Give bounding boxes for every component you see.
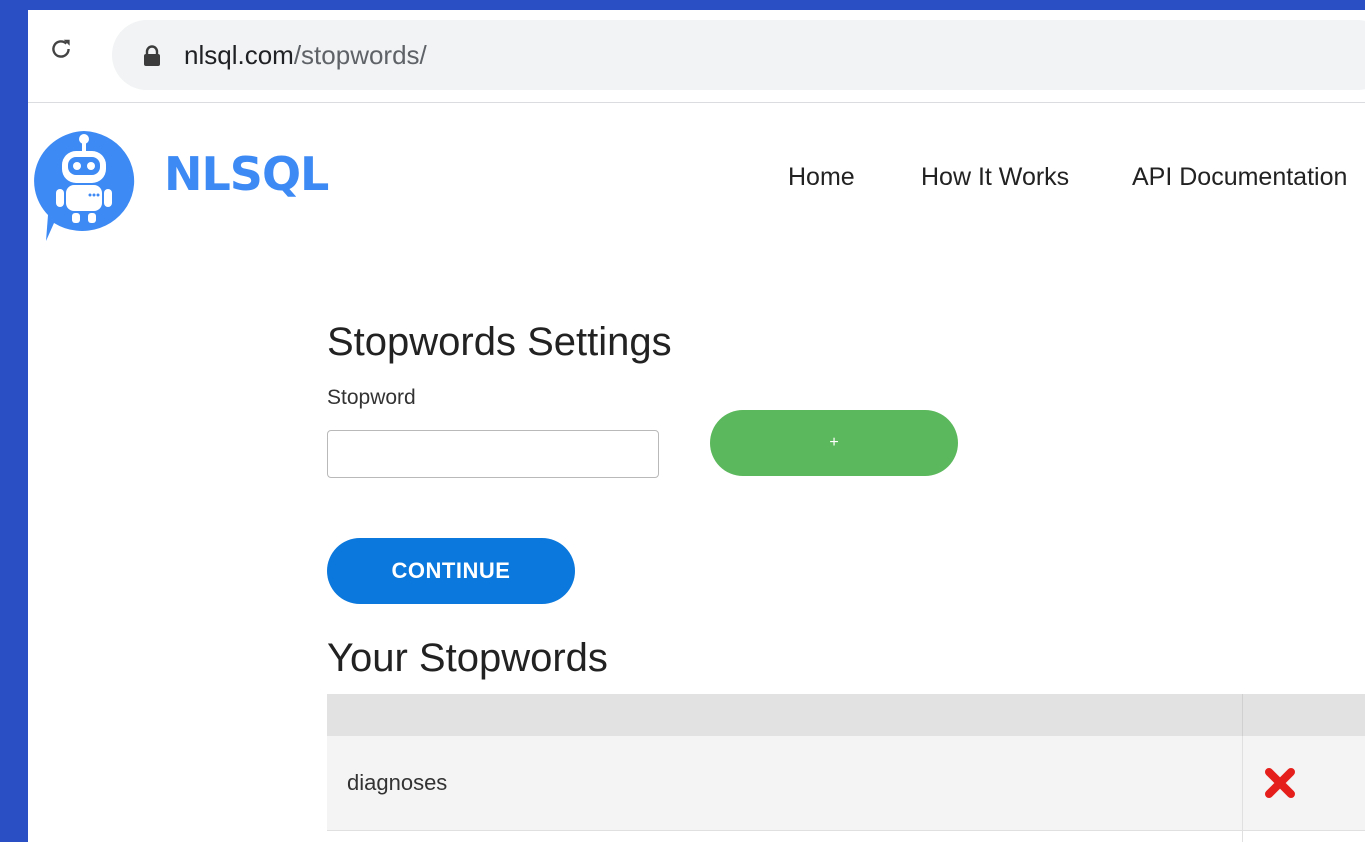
stopword-input[interactable]	[327, 430, 659, 478]
empty-action-cell	[1242, 830, 1365, 842]
table-header-row	[327, 694, 1365, 736]
continue-button[interactable]: CONTINUE	[327, 538, 575, 604]
add-stopword-button[interactable]: +	[710, 410, 958, 476]
url-path: /stopwords/	[293, 40, 427, 70]
browser-window: nlsql.com/stopwords/ NLSQL Home How It W…	[28, 10, 1365, 842]
table-row: diagnoses	[327, 736, 1365, 831]
empty-cell	[327, 830, 1243, 842]
nav-home[interactable]: Home	[788, 163, 855, 192]
address-bar[interactable]: nlsql.com/stopwords/	[112, 20, 1365, 90]
url-host: nlsql.com	[184, 40, 294, 70]
nav-api-documentation[interactable]: API Documentation	[1132, 163, 1347, 192]
stopwords-table: diagnoses	[327, 694, 1365, 842]
reload-icon[interactable]	[48, 36, 74, 62]
delete-cell	[1242, 736, 1365, 831]
site-header: NLSQL Home How It Works API Documentatio…	[28, 103, 1365, 253]
stopwords-settings-heading: Stopwords Settings	[327, 320, 672, 364]
your-stopwords-heading: Your Stopwords	[327, 636, 608, 680]
table-header-action	[1242, 694, 1365, 736]
lock-icon	[144, 45, 160, 66]
stopword-field-label: Stopword	[327, 386, 416, 409]
delete-icon[interactable]	[1263, 766, 1297, 800]
table-row-empty	[327, 830, 1365, 842]
browser-toolbar: nlsql.com/stopwords/	[28, 10, 1365, 103]
stopword-cell: diagnoses	[327, 736, 1243, 831]
robot-logo-icon[interactable]	[28, 125, 140, 243]
brand-name[interactable]: NLSQL	[164, 147, 329, 201]
nav-how-it-works[interactable]: How It Works	[921, 163, 1069, 192]
url-text: nlsql.com/stopwords/	[184, 40, 427, 71]
table-header-word	[327, 694, 1243, 736]
